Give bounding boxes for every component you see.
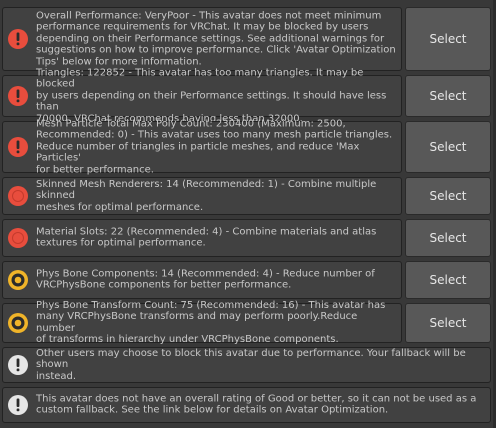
message-box: Skinned Mesh Renderers: 14 (Recommended:… <box>2 177 402 215</box>
message-box: Overall Performance: VeryPoor - This ava… <box>2 7 402 71</box>
message-row-material-slots: Material Slots: 22 (Recommended: 4) - Co… <box>2 219 491 257</box>
message-box: Phys Bone Transform Count: 75 (Recommend… <box>2 300 402 346</box>
message-row-phys-bone-transforms: Phys Bone Transform Count: 75 (Recommend… <box>2 300 491 346</box>
message-row-phys-bone-components: Phys Bone Components: 14 (Recommended: 4… <box>2 261 491 299</box>
message-text: Triangles: 122852 - This avatar has too … <box>36 67 387 125</box>
select-button[interactable]: Select <box>405 303 491 343</box>
message-row-skinned-mesh: Skinned Mesh Renderers: 14 (Recommended:… <box>2 177 491 215</box>
select-button[interactable]: Select <box>405 75 491 117</box>
message-box: Mesh Particle Total Max Poly Count: 2304… <box>2 118 402 176</box>
error-icon <box>7 85 29 107</box>
message-text: Phys Bone Components: 14 (Recommended: 4… <box>36 268 375 291</box>
error-icon <box>7 28 29 50</box>
message-text: Mesh Particle Total Max Poly Count: 2304… <box>36 118 393 176</box>
error-dot-icon <box>7 185 29 207</box>
select-button[interactable]: Select <box>405 7 491 71</box>
error-icon <box>7 136 29 158</box>
select-button[interactable]: Select <box>405 261 491 299</box>
message-text: Skinned Mesh Renderers: 14 (Recommended:… <box>36 178 377 213</box>
error-dot-icon <box>7 227 29 249</box>
warning-dot-icon <box>7 312 29 334</box>
message-row-block-info: Other users may choose to block this ava… <box>2 347 491 383</box>
info-icon <box>7 354 29 376</box>
message-text: Other users may choose to block this ava… <box>36 347 466 382</box>
info-icon <box>7 394 29 416</box>
message-box: Triangles: 122852 - This avatar has too … <box>2 67 402 124</box>
message-box: Phys Bone Components: 14 (Recommended: 4… <box>2 261 402 299</box>
message-text: Overall Performance: VeryPoor - This ava… <box>36 10 396 68</box>
message-row-fallback-info: This avatar does not have an overall rat… <box>2 387 491 423</box>
select-button[interactable]: Select <box>405 177 491 215</box>
warning-dot-icon <box>7 269 29 291</box>
message-box: This avatar does not have an overall rat… <box>2 387 491 423</box>
message-box: Other users may choose to block this ava… <box>2 347 491 383</box>
message-box: Material Slots: 22 (Recommended: 4) - Co… <box>2 219 402 257</box>
select-button[interactable]: Select <box>405 121 491 173</box>
message-row-mesh-particle: Mesh Particle Total Max Poly Count: 2304… <box>2 118 491 176</box>
message-row-overall-performance: Overall Performance: VeryPoor - This ava… <box>2 7 491 71</box>
message-text: Phys Bone Transform Count: 75 (Recommend… <box>36 300 386 346</box>
message-row-triangles: Triangles: 122852 - This avatar has too … <box>2 67 491 124</box>
message-text: This avatar does not have an overall rat… <box>36 393 477 416</box>
message-text: Material Slots: 22 (Recommended: 4) - Co… <box>36 226 377 249</box>
select-button[interactable]: Select <box>405 219 491 257</box>
